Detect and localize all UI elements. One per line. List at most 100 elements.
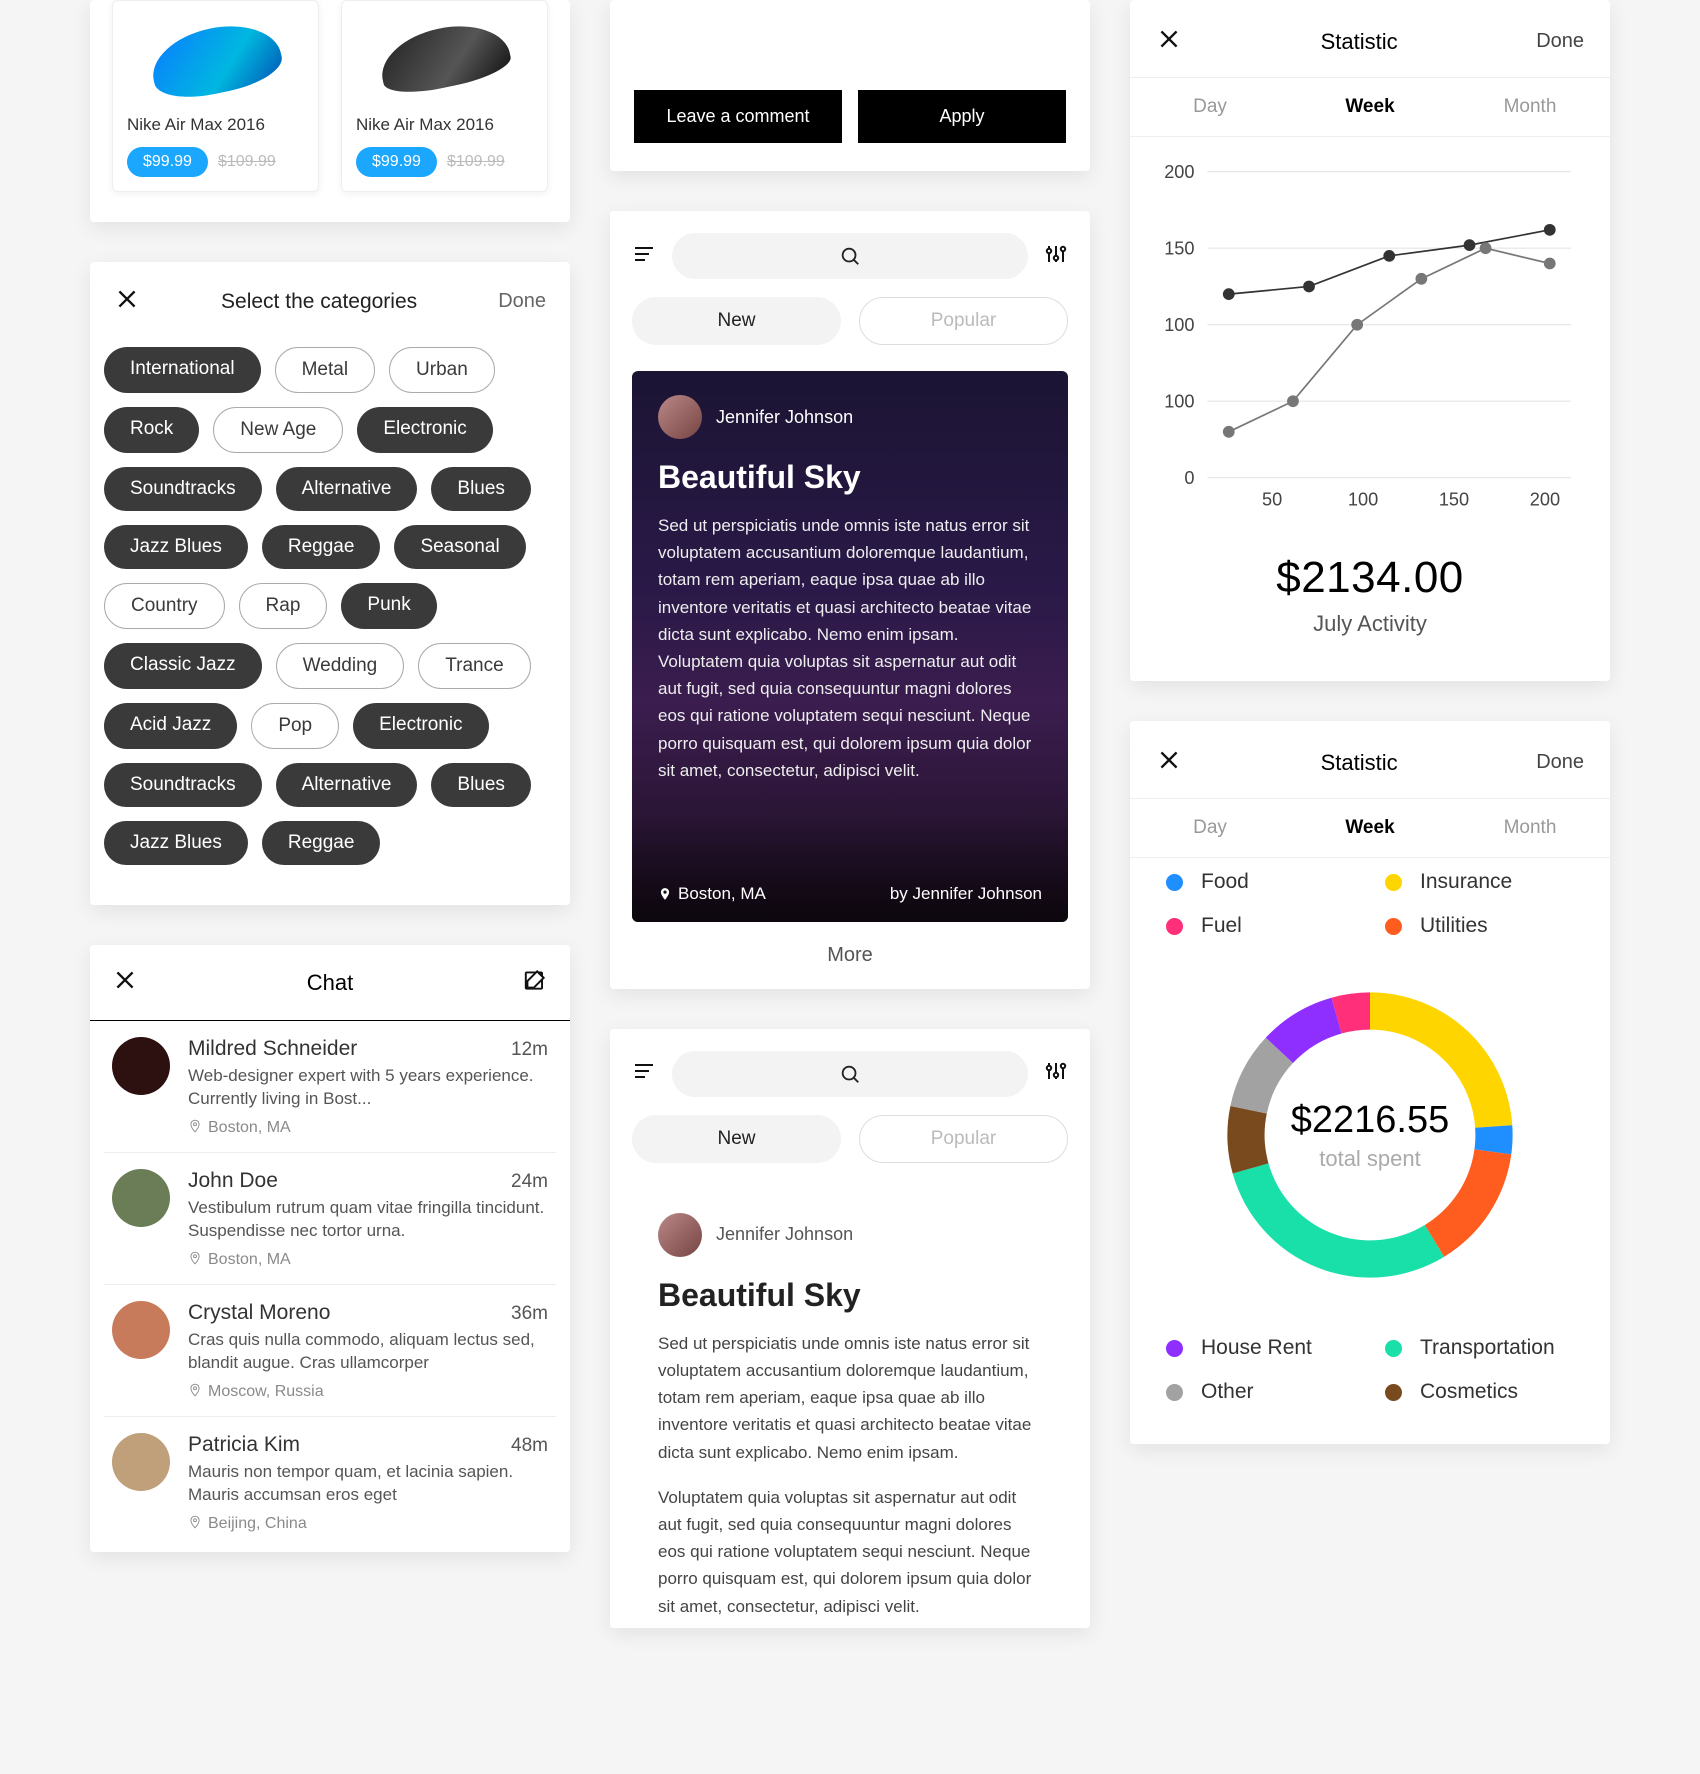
category-chip[interactable]: Jazz Blues	[104, 525, 248, 569]
category-chip[interactable]: Urban	[389, 347, 495, 393]
filter-icon[interactable]	[1044, 242, 1068, 271]
product-name: Nike Air Max 2016	[127, 115, 304, 135]
tab-week[interactable]: Week	[1290, 78, 1450, 136]
legend-dot	[1385, 874, 1402, 891]
legend-item: Cosmetics	[1385, 1380, 1574, 1404]
close-icon[interactable]	[114, 286, 140, 317]
svg-text:100: 100	[1164, 392, 1194, 412]
leave-comment-button[interactable]: Leave a comment	[634, 90, 842, 143]
category-chip[interactable]: Jazz Blues	[104, 821, 248, 865]
post-card-dark[interactable]: Jennifer Johnson Beautiful Sky Sed ut pe…	[632, 371, 1068, 922]
category-chip[interactable]: Reggae	[262, 821, 381, 865]
category-chip[interactable]: Seasonal	[394, 525, 525, 569]
post-title: Beautiful Sky	[658, 459, 1042, 496]
statistic-title: Statistic	[1321, 750, 1398, 776]
chat-time: 36m	[511, 1303, 548, 1325]
chat-preview: Vestibulum rutrum quam vitae fringilla t…	[188, 1197, 548, 1243]
product-image	[127, 15, 304, 105]
category-chip[interactable]: Soundtracks	[104, 467, 262, 511]
legend-label: Transportation	[1420, 1336, 1555, 1360]
tab-day[interactable]: Day	[1130, 799, 1290, 857]
tab-week[interactable]: Week	[1290, 799, 1450, 857]
statistic-donut-panel: Statistic Done Day Week Month FoodInsura…	[1130, 721, 1610, 1444]
chat-item[interactable]: Crystal Moreno 36m Cras quis nulla commo…	[104, 1285, 556, 1417]
compose-icon[interactable]	[522, 967, 548, 998]
close-icon[interactable]	[112, 967, 138, 998]
chat-time: 48m	[511, 1435, 548, 1457]
search-input[interactable]	[672, 1051, 1028, 1097]
legend-dot	[1166, 918, 1183, 935]
category-chip[interactable]: Wedding	[276, 643, 405, 689]
category-chip[interactable]: International	[104, 347, 261, 393]
product-card[interactable]: Nike Air Max 2016 $99.99 $109.99	[341, 0, 548, 192]
legend-dot	[1166, 1340, 1183, 1357]
post-byline: by Jennifer Johnson	[890, 884, 1042, 904]
done-button[interactable]: Done	[1536, 751, 1584, 774]
post-card-light[interactable]: Jennifer Johnson Beautiful Sky Sed ut pe…	[632, 1189, 1068, 1628]
pin-icon	[188, 1383, 202, 1402]
post-author: Jennifer Johnson	[716, 407, 853, 428]
filter-icon[interactable]	[1044, 1059, 1068, 1088]
search-input[interactable]	[672, 233, 1028, 279]
legend-item: Other	[1166, 1380, 1355, 1404]
statistic-line-panel: Statistic Done Day Week Month 2001501001…	[1130, 0, 1610, 681]
tab-new[interactable]: New	[632, 1115, 841, 1163]
chat-preview: Mauris non tempor quam, et lacinia sapie…	[188, 1461, 548, 1507]
product-image	[356, 15, 533, 105]
category-chip[interactable]: Electronic	[353, 703, 488, 749]
chat-item[interactable]: Mildred Schneider 12m Web-designer exper…	[104, 1021, 556, 1153]
menu-icon[interactable]	[632, 242, 656, 271]
tab-month[interactable]: Month	[1450, 799, 1610, 857]
category-chip[interactable]: Reggae	[262, 525, 381, 569]
legend-label: Other	[1201, 1380, 1254, 1404]
category-chip[interactable]: Country	[104, 583, 225, 629]
tab-day[interactable]: Day	[1130, 78, 1290, 136]
category-chip[interactable]: Blues	[431, 763, 531, 807]
chat-item[interactable]: John Doe 24m Vestibulum rutrum quam vita…	[104, 1153, 556, 1285]
category-chip[interactable]: Electronic	[357, 407, 492, 453]
product-old-price: $109.99	[447, 153, 505, 171]
chat-location: Moscow, Russia	[188, 1383, 548, 1402]
category-chip[interactable]: Alternative	[276, 467, 418, 511]
close-icon[interactable]	[1156, 26, 1182, 57]
legend-label: House Rent	[1201, 1336, 1312, 1360]
category-chip[interactable]: Rock	[104, 407, 199, 453]
donut-subtitle: total spent	[1291, 1146, 1450, 1172]
avatar	[112, 1037, 170, 1095]
category-chip[interactable]: Metal	[275, 347, 375, 393]
legend-label: Insurance	[1420, 870, 1512, 894]
legend-label: Utilities	[1420, 914, 1488, 938]
chat-name: Patricia Kim	[188, 1433, 300, 1457]
category-chip[interactable]: Acid Jazz	[104, 703, 237, 749]
category-chip[interactable]: Blues	[431, 467, 531, 511]
tab-new[interactable]: New	[632, 297, 841, 345]
chat-item[interactable]: Patricia Kim 48m Mauris non tempor quam,…	[104, 1417, 556, 1548]
done-button[interactable]: Done	[498, 290, 546, 313]
legend-dot	[1385, 1384, 1402, 1401]
category-chip[interactable]: Classic Jazz	[104, 643, 262, 689]
categories-chips: International Metal Urban Rock New Age Electr…	[90, 341, 570, 905]
category-chip[interactable]: New Age	[213, 407, 343, 453]
category-chip[interactable]: Soundtracks	[104, 763, 262, 807]
tab-month[interactable]: Month	[1450, 78, 1610, 136]
chat-time: 24m	[511, 1171, 548, 1193]
category-chip[interactable]: Pop	[251, 703, 339, 749]
avatar	[112, 1433, 170, 1491]
feed-light-panel: New Popular Jennifer Johnson Beautiful S…	[610, 1029, 1090, 1628]
tab-popular[interactable]: Popular	[859, 297, 1068, 345]
tab-popular[interactable]: Popular	[859, 1115, 1068, 1163]
category-chip[interactable]: Trance	[418, 643, 530, 689]
chat-location: Boston, MA	[188, 1251, 548, 1270]
menu-icon[interactable]	[632, 1059, 656, 1088]
close-icon[interactable]	[1156, 747, 1182, 778]
svg-text:100: 100	[1348, 490, 1378, 510]
svg-text:150: 150	[1439, 490, 1469, 510]
product-card[interactable]: Nike Air Max 2016 $99.99 $109.99	[112, 0, 319, 192]
more-button[interactable]: More	[610, 922, 1090, 989]
done-button[interactable]: Done	[1536, 30, 1584, 53]
category-chip[interactable]: Rap	[239, 583, 328, 629]
category-chip[interactable]: Alternative	[276, 763, 418, 807]
apply-button[interactable]: Apply	[858, 90, 1066, 143]
product-old-price: $109.99	[218, 153, 276, 171]
category-chip[interactable]: Punk	[341, 583, 436, 629]
